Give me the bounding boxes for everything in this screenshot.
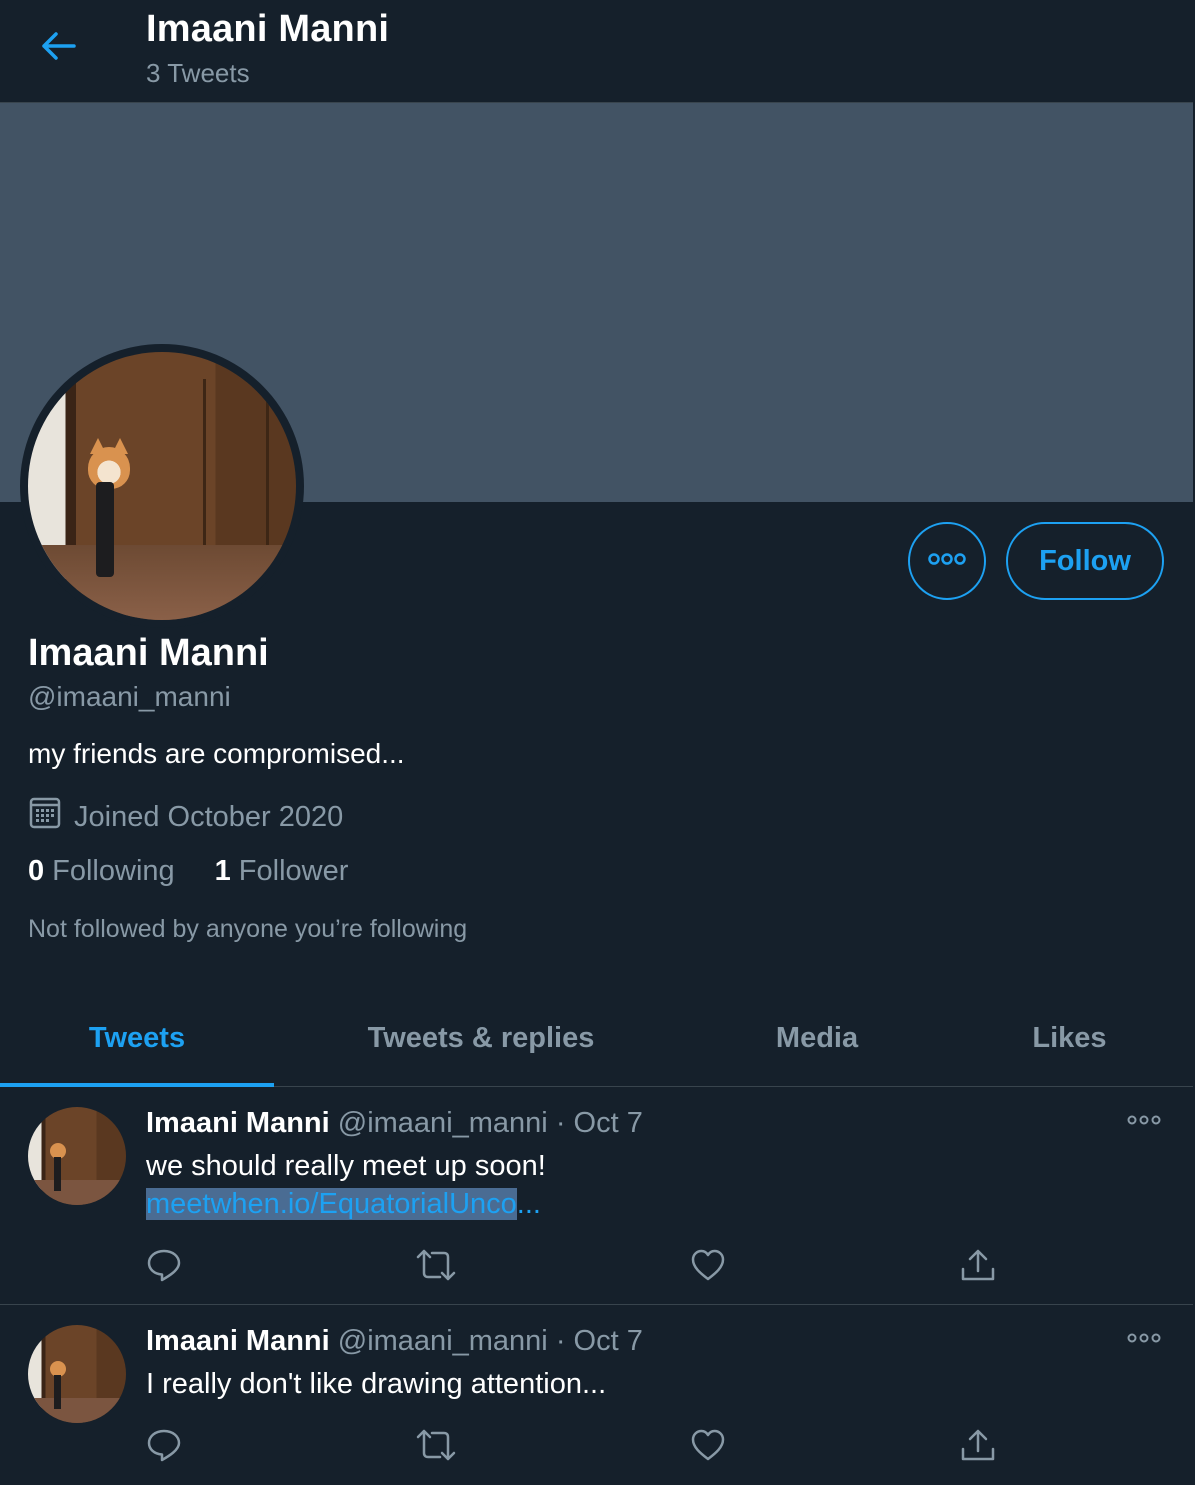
more-dots-icon [927,552,967,571]
header-tweet-count: 3 Tweets [146,58,250,88]
followers-count: 1 [214,855,231,887]
tweet-author-name[interactable]: Imaani Manni [146,1325,330,1357]
tweet-header: Imaani Manni @imaani_manni · Oct 7 [146,1107,643,1140]
retweet-icon[interactable] [416,1247,456,1283]
like-icon[interactable] [690,1427,726,1463]
following-label: Following [52,855,175,887]
profile-name: Imaani Manni [28,632,269,674]
tweet-header: Imaani Manni @imaani_manni · Oct 7 [146,1325,643,1358]
retweet-icon[interactable] [416,1427,456,1463]
tab-tweets[interactable]: Tweets [0,990,274,1086]
tweet-separator: · [555,1107,566,1139]
follow-stats: 0 Following 1 Follower [28,855,348,888]
tweet-actions [146,1427,1006,1463]
follow-button[interactable]: Follow [1006,522,1164,600]
profile-bio: my friends are compromised... [28,738,405,769]
profile-joined: Joined October 2020 [28,796,343,838]
share-icon[interactable] [960,1427,996,1463]
followers-link[interactable]: 1 Follower [215,855,349,888]
tweet-more-button[interactable] [1127,1331,1161,1349]
tab-media[interactable]: Media [688,990,946,1086]
back-button[interactable] [30,25,86,71]
joined-date: Joined October 2020 [74,800,344,833]
profile-handle: @imaani_manni [28,681,231,712]
arrow-left-icon [38,30,78,67]
tweet-text: we should really meet up soon! [146,1150,546,1182]
reply-icon[interactable] [146,1247,182,1283]
following-link[interactable]: 0 Following [28,855,175,888]
not-followed-notice: Not followed by anyone you’re following [28,915,468,943]
tab-tweets-replies[interactable]: Tweets & replies [274,990,688,1086]
following-count: 0 [28,855,45,887]
tweet-item[interactable]: Imaani Manni @imaani_manni · Oct 7 we sh… [0,1087,1193,1305]
like-icon[interactable] [690,1247,726,1283]
top-bar: Imaani Manni 3 Tweets [0,0,1193,103]
tweet-link-selected: meetwhen.io/EquatorialUnco [146,1188,517,1220]
more-dots-icon [1127,1331,1161,1348]
tweet-author-handle[interactable]: @imaani_manni [338,1325,548,1357]
reply-icon[interactable] [146,1427,182,1463]
tweet-link[interactable]: meetwhen.io/EquatorialUnco... [146,1188,541,1221]
tweet-link-ellipsis: ... [516,1188,541,1220]
tweet-item[interactable]: Imaani Manni @imaani_manni · Oct 7 I rea… [0,1305,1193,1485]
tweet-actions [146,1247,1006,1283]
avatar-image [28,352,296,620]
calendar-icon [28,796,62,838]
tweet-date[interactable]: Oct 7 [574,1325,643,1357]
tweet-avatar[interactable] [28,1107,126,1205]
tweet-author-handle[interactable]: @imaani_manni [338,1107,548,1139]
tweet-author-name[interactable]: Imaani Manni [146,1107,330,1139]
tweet-avatar[interactable] [28,1325,126,1423]
profile-avatar[interactable] [20,344,304,628]
tweet-date[interactable]: Oct 7 [574,1107,643,1139]
header-title: Imaani Manni [146,8,390,50]
more-dots-icon [1127,1113,1161,1130]
more-options-button[interactable] [908,522,986,600]
profile-tabs: Tweets Tweets & replies Media Likes [0,990,1193,1087]
followers-label: Follower [238,855,349,887]
tab-likes[interactable]: Likes [946,990,1193,1086]
tweet-more-button[interactable] [1127,1113,1161,1131]
share-icon[interactable] [960,1247,996,1283]
tweet-text: I really don't like drawing attention... [146,1368,607,1400]
tweet-separator: · [555,1325,566,1357]
